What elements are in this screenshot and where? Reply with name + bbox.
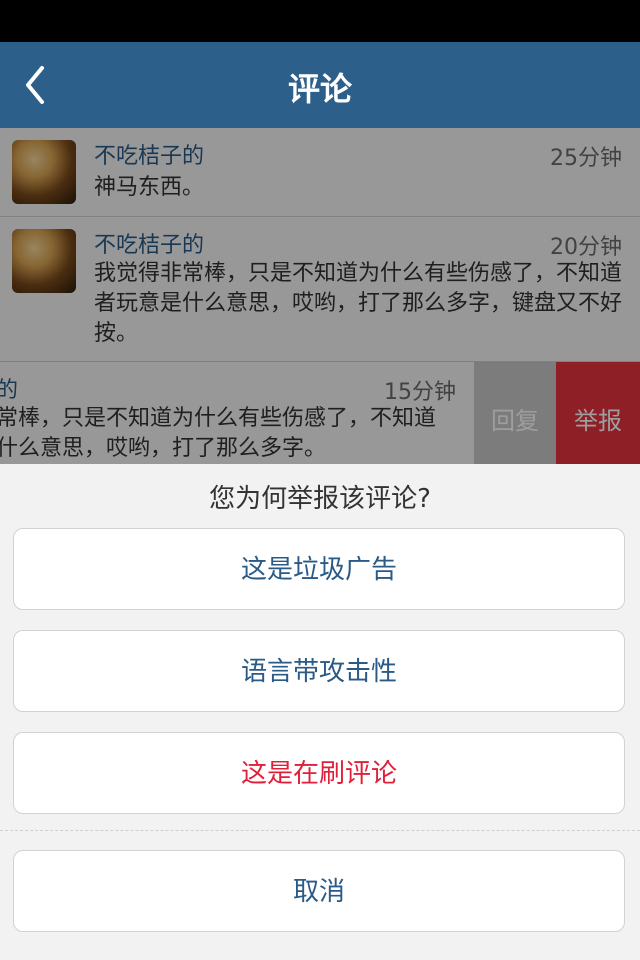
page-title: 评论 (287, 70, 352, 108)
divider (0, 830, 640, 831)
cancel-button[interactable]: 取消 (13, 850, 625, 932)
report-option-flooding[interactable]: 这是在刷评论 (13, 732, 625, 814)
dim-overlay[interactable] (0, 128, 640, 464)
status-bar (0, 0, 640, 42)
report-option-abusive[interactable]: 语言带攻击性 (13, 630, 625, 712)
report-question: 您为何举报该评论? (209, 484, 431, 514)
report-option-spam[interactable]: 这是垃圾广告 (13, 528, 625, 610)
report-action-sheet: 您为何举报该评论? 这是垃圾广告 语言带攻击性 这是在刷评论 取消 (0, 464, 640, 960)
top-bar: 评论 (0, 42, 640, 128)
